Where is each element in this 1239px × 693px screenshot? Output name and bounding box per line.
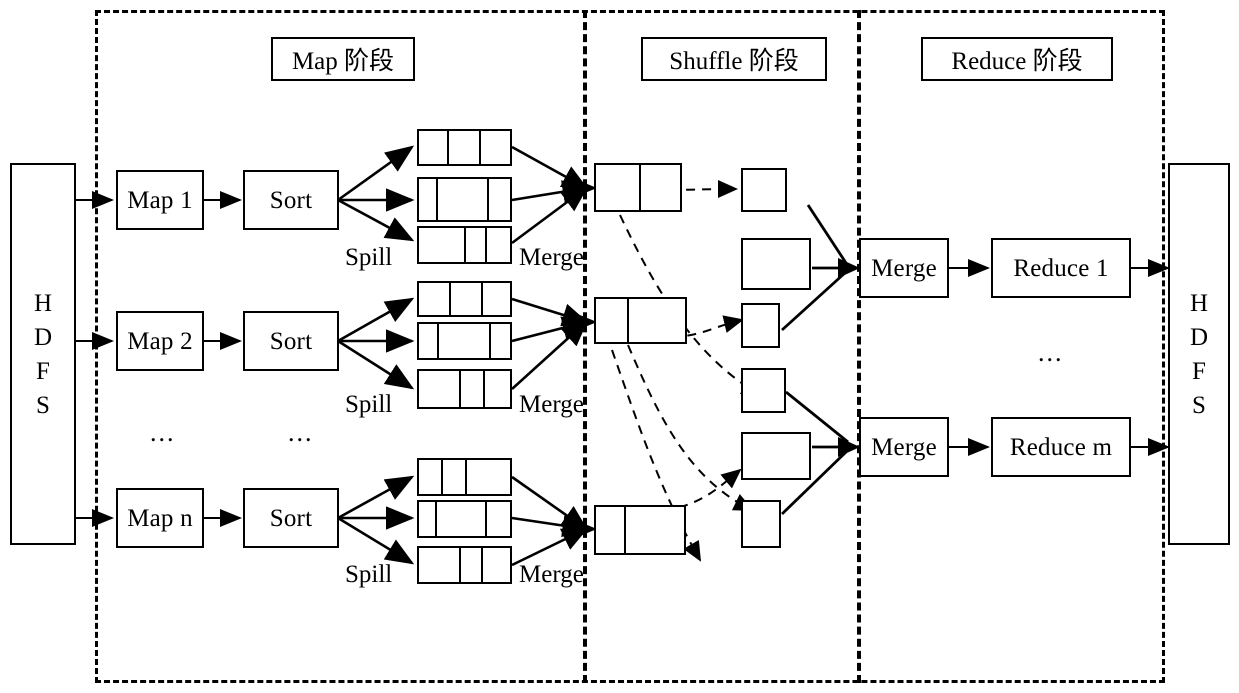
hdfs-input-store: H D F S: [10, 163, 76, 545]
buffer-divider: [459, 371, 461, 407]
buffer-divider: [437, 324, 439, 358]
buffer-divider: [459, 548, 461, 582]
spill-caption: Spill: [345, 391, 393, 418]
hdfs-letter: H: [1189, 289, 1209, 317]
hdfs-output-store: H D F S: [1168, 163, 1230, 545]
buffer-divider: [487, 179, 489, 220]
merge-label: Merge: [871, 433, 937, 461]
buffer-divider: [447, 131, 449, 164]
buffer-divider: [441, 460, 443, 494]
sort-box-1: Sort: [243, 170, 339, 230]
buffer-divider: [489, 324, 491, 358]
spill-buffer: [417, 500, 512, 538]
buffer-divider: [624, 507, 626, 553]
buffer-divider: [449, 283, 451, 315]
buffer-divider: [627, 299, 629, 342]
fetched-partition: [741, 238, 811, 290]
sort-label: Sort: [269, 504, 313, 532]
spill-buffer: [417, 369, 512, 409]
spill-caption: Spill: [345, 244, 393, 271]
buffer-divider: [639, 165, 641, 210]
sort-box-2: Sort: [243, 311, 339, 371]
sort-label: Sort: [269, 327, 313, 355]
phase-label-shuffle: Shuffle 阶段: [641, 37, 827, 81]
map-task-n: Map n: [116, 488, 204, 548]
buffer-divider: [479, 131, 481, 164]
merge-caption: Merge: [519, 391, 584, 418]
hdfs-letter: D: [33, 323, 53, 351]
spill-buffer: [417, 281, 512, 317]
reduce-task-1: Reduce 1: [991, 238, 1131, 298]
map-task-label: Map 1: [127, 186, 193, 214]
buffer-divider: [464, 228, 466, 262]
phase-label-reduce: Reduce 阶段: [921, 37, 1113, 81]
reduce-task-m: Reduce m: [991, 417, 1131, 477]
hdfs-letter: S: [1192, 391, 1206, 419]
spill-buffer: [417, 546, 512, 584]
map-task-1: Map 1: [116, 170, 204, 230]
phase-label-map: Map 阶段: [271, 37, 415, 81]
reduce-task-label: Reduce m: [1009, 433, 1113, 461]
spill-caption: Spill: [345, 561, 393, 588]
merge-caption: Merge: [519, 561, 584, 588]
fetched-partition: [741, 168, 787, 212]
sort-column-ellipsis: ...: [288, 418, 314, 447]
map-column-ellipsis: ...: [150, 418, 176, 447]
reduce-column-ellipsis: ...: [1038, 338, 1064, 367]
buffer-divider: [483, 371, 485, 407]
sort-label: Sort: [269, 186, 313, 214]
buffer-divider: [485, 502, 487, 536]
spill-buffer: [417, 177, 512, 222]
map-task-2: Map 2: [116, 311, 204, 371]
fetched-partition: [741, 432, 811, 480]
merged-map-output: [594, 163, 682, 212]
buffer-divider: [435, 502, 437, 536]
buffer-divider: [465, 460, 467, 494]
buffer-divider: [481, 283, 483, 315]
map-task-label: Map n: [127, 504, 193, 532]
hdfs-letter: S: [36, 391, 50, 419]
hdfs-letter: F: [36, 357, 50, 385]
reduce-merge-2: Merge: [859, 417, 949, 477]
spill-buffer: [417, 458, 512, 496]
buffer-divider: [481, 548, 483, 582]
reduce-task-label: Reduce 1: [1013, 254, 1109, 282]
sort-box-n: Sort: [243, 488, 339, 548]
merge-caption: Merge: [519, 244, 584, 271]
merged-map-output: [594, 297, 687, 344]
merged-map-output: [594, 505, 686, 555]
spill-buffer: [417, 129, 512, 166]
map-task-label: Map 2: [127, 327, 193, 355]
buffer-divider: [485, 228, 487, 262]
fetched-partition: [741, 303, 780, 348]
buffer-divider: [436, 179, 438, 220]
mapreduce-flow-diagram: Map 阶段 Shuffle 阶段 Reduce 阶段 H D F S H D …: [0, 0, 1239, 693]
reduce-merge-1: Merge: [859, 238, 949, 298]
hdfs-letter: H: [33, 289, 53, 317]
hdfs-letter: D: [1189, 323, 1209, 351]
hdfs-letter: F: [1192, 357, 1206, 385]
merge-label: Merge: [871, 254, 937, 282]
fetched-partition: [741, 368, 786, 413]
spill-buffer: [417, 322, 512, 360]
spill-buffer: [417, 226, 512, 264]
fetched-partition: [741, 500, 781, 548]
